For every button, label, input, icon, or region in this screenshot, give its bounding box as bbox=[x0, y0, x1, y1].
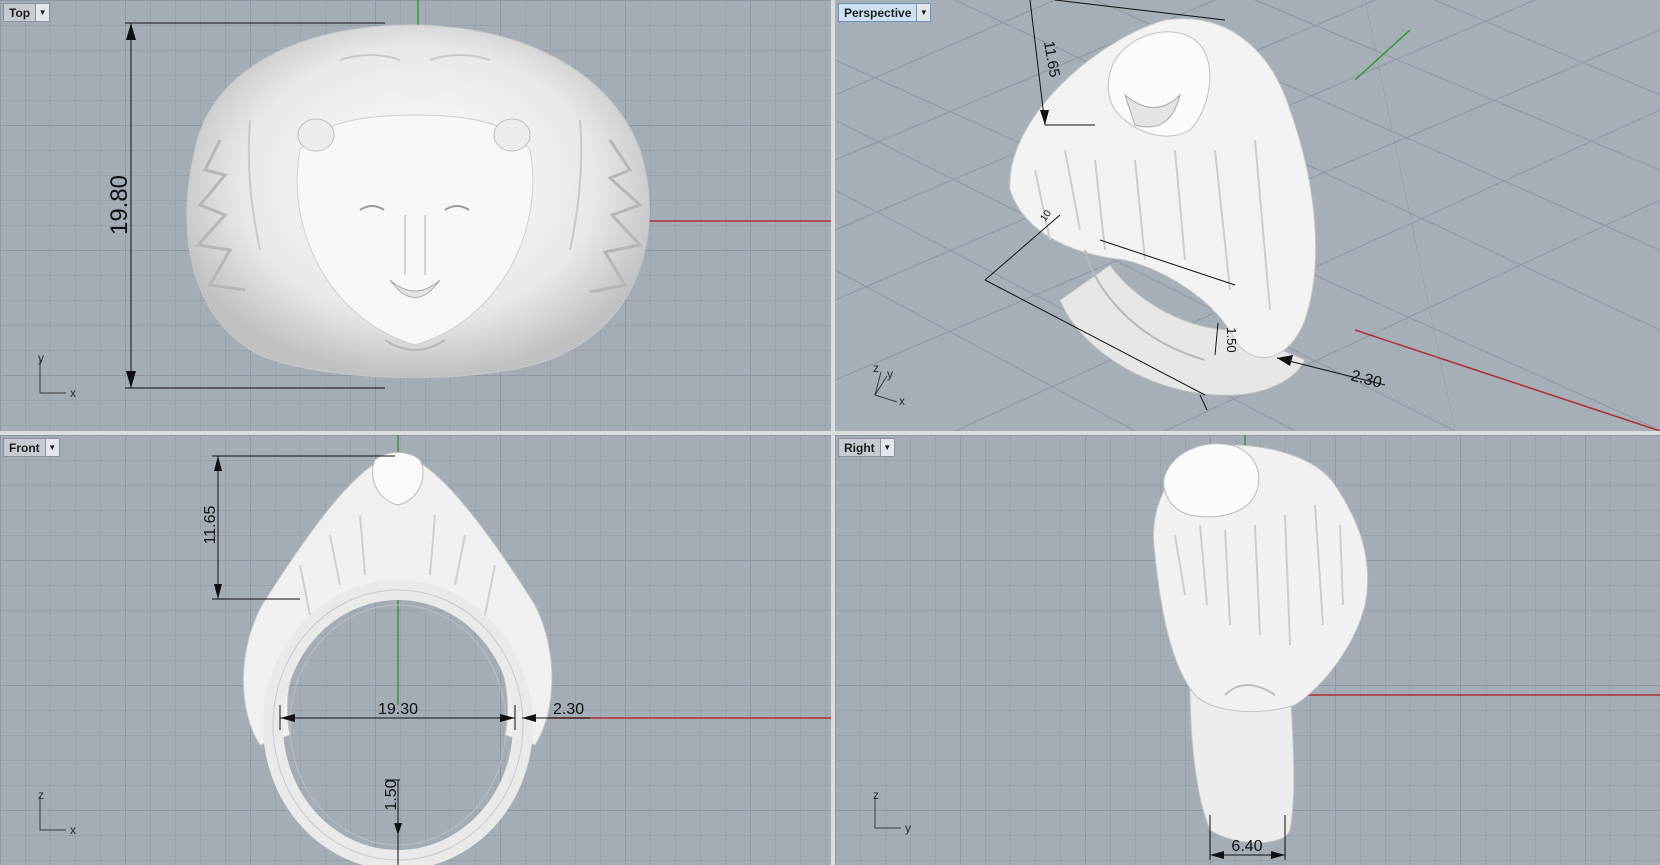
y-axis-line bbox=[1354, 29, 1411, 81]
right-canvas: 6.40 z y bbox=[873, 435, 1660, 860]
viewport-title: Front bbox=[9, 440, 40, 455]
dimension-label-inner: 19.30 bbox=[378, 701, 418, 718]
axis-label-y: y bbox=[905, 821, 911, 835]
dimension-label-band: 2.30 bbox=[553, 701, 584, 718]
dimension-label-thickness: 1.50 bbox=[1224, 327, 1239, 352]
dimension-label-height: 11.65 bbox=[202, 505, 219, 544]
chevron-down-icon[interactable]: ▼ bbox=[916, 4, 931, 21]
axis-label-x: x bbox=[70, 823, 76, 837]
viewport-title: Right bbox=[844, 440, 875, 455]
axis-indicator: z x bbox=[38, 788, 76, 837]
viewport-tab-top[interactable]: Top ▼ bbox=[3, 3, 51, 22]
chevron-down-icon[interactable]: ▼ bbox=[879, 439, 894, 456]
viewport-tab-right[interactable]: Right ▼ bbox=[838, 438, 895, 457]
viewport-title: Perspective bbox=[844, 5, 912, 20]
axis-label-y: y bbox=[38, 351, 44, 365]
axis-label-x: x bbox=[70, 386, 76, 400]
dimension-label-width: 6.40 bbox=[1231, 838, 1262, 855]
x-axis-line bbox=[1354, 329, 1660, 431]
axis-indicator: z y bbox=[873, 788, 911, 835]
axis-label-z: z bbox=[873, 788, 879, 802]
perspective-canvas: 11.65 1.50 2.30 10 z y x bbox=[835, 0, 1660, 431]
axis-label-x: x bbox=[899, 394, 905, 408]
dimension-label-bottom: 1.50 bbox=[383, 779, 400, 810]
viewport-right[interactable]: 6.40 z y Right ▼ bbox=[835, 435, 1660, 865]
axis-label-y: y bbox=[887, 367, 893, 381]
four-viewport-layout: 19.80 y x Top ▼ 11.65 1.50 2.30 10 z y x… bbox=[0, 0, 1660, 865]
axis-label-z: z bbox=[873, 361, 879, 375]
viewport-tab-front[interactable]: Front ▼ bbox=[3, 438, 60, 457]
lion-ring-right-model[interactable] bbox=[1153, 443, 1369, 844]
viewport-top[interactable]: 19.80 y x Top ▼ bbox=[0, 0, 831, 431]
axis-indicator: y x bbox=[38, 351, 76, 400]
axis-label-z: z bbox=[38, 788, 44, 802]
lion-ring-top-model[interactable] bbox=[186, 24, 650, 378]
chevron-down-icon[interactable]: ▼ bbox=[35, 4, 50, 21]
top-canvas: 19.80 y x bbox=[38, 0, 831, 400]
viewport-front[interactable]: 11.65 19.30 2.30 1.50 z x Front ▼ bbox=[0, 435, 831, 865]
front-canvas: 11.65 19.30 2.30 1.50 z x bbox=[38, 435, 831, 865]
viewport-tab-perspective[interactable]: Perspective ▼ bbox=[838, 3, 932, 22]
axis-indicator: z y x bbox=[873, 361, 905, 408]
chevron-down-icon[interactable]: ▼ bbox=[44, 439, 59, 456]
viewport-title: Top bbox=[9, 5, 31, 20]
dimension-label: 19.80 bbox=[106, 175, 133, 235]
viewport-perspective[interactable]: 11.65 1.50 2.30 10 z y x Perspective ▼ bbox=[835, 0, 1660, 431]
dimension-label-width: 2.30 bbox=[1349, 367, 1384, 392]
